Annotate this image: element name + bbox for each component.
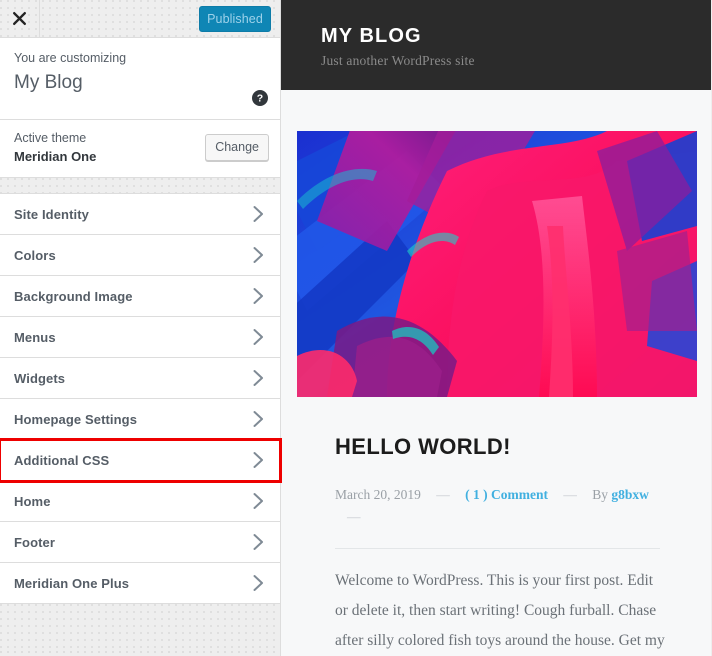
- meta-separator-3: —: [347, 509, 361, 524]
- post-author-link[interactable]: g8bxw: [611, 487, 649, 502]
- preview-site-title: MY BLOG: [321, 25, 422, 47]
- sidebar-item-label: Colors: [14, 247, 56, 263]
- featured-image: [297, 131, 697, 397]
- chevron-right-icon: [253, 329, 264, 346]
- customizer-topbar: Published: [0, 0, 280, 38]
- sidebar-item-label: Widgets: [14, 370, 66, 386]
- post-by-label: By: [592, 487, 608, 502]
- sidebar-item-homepage-settings[interactable]: Homepage Settings: [0, 399, 280, 440]
- sidebar-item-label: Homepage Settings: [14, 411, 138, 427]
- sidebar-item-label: Background Image: [14, 288, 133, 304]
- panel-footer-space: [0, 604, 280, 650]
- sidebar-item-footer[interactable]: Footer: [0, 522, 280, 563]
- preview-site-description: Just another WordPress site: [321, 53, 475, 68]
- active-theme-block: Active theme Meridian One Change: [0, 120, 280, 178]
- chevron-right-icon: [253, 493, 264, 510]
- sidebar-item-home[interactable]: Home: [0, 481, 280, 522]
- sidebar-item-label: Home: [14, 493, 51, 509]
- sidebar-item-meridian-one-plus[interactable]: Meridian One Plus: [0, 563, 280, 604]
- sidebar-item-site-identity[interactable]: Site Identity: [0, 194, 280, 235]
- chevron-right-icon: [253, 575, 264, 592]
- customizer-screen: Published You are customizing My Blog ? …: [0, 0, 712, 656]
- meta-separator-2: —: [563, 487, 577, 502]
- chevron-right-icon: [253, 370, 264, 387]
- post-date: March 20, 2019: [335, 487, 421, 502]
- meta-divider: [335, 548, 660, 549]
- sidebar-item-widgets[interactable]: Widgets: [0, 358, 280, 399]
- post-content: HELLO WORLD! March 20, 2019 — ( 1 ) Comm…: [297, 433, 699, 656]
- post-meta: March 20, 2019 — ( 1 ) Comment — By g8bx…: [335, 484, 665, 528]
- sidebar-item-additional-css[interactable]: Additional CSS: [0, 438, 282, 483]
- site-preview: MY BLOG Just another WordPress site HELL…: [281, 0, 711, 656]
- preview-post-area: HELLO WORLD! March 20, 2019 — ( 1 ) Comm…: [281, 90, 711, 656]
- sidebar-item-background-image[interactable]: Background Image: [0, 276, 280, 317]
- customizing-eyebrow: You are customizing: [14, 51, 127, 65]
- post-title: HELLO WORLD!: [335, 434, 511, 459]
- change-theme-button[interactable]: Change: [205, 134, 269, 161]
- panel-spacer: [0, 178, 280, 194]
- post-excerpt: Welcome to WordPress. This is your first…: [335, 572, 665, 649]
- chevron-right-icon: [253, 411, 264, 428]
- sidebar-item-label: Site Identity: [14, 206, 89, 222]
- sidebar-item-menus[interactable]: Menus: [0, 317, 280, 358]
- chevron-right-icon: [253, 206, 264, 223]
- sidebar-item-label: Menus: [14, 329, 56, 345]
- chevron-right-icon: [253, 452, 264, 469]
- sidebar-item-label: Additional CSS: [14, 452, 110, 468]
- sidebar-item-label: Footer: [14, 534, 56, 550]
- close-icon[interactable]: [0, 0, 40, 37]
- meta-separator-1: —: [436, 487, 450, 502]
- svg-text:?: ?: [257, 93, 263, 105]
- chevron-right-icon: [253, 534, 264, 551]
- sidebar-item-label: Meridian One Plus: [14, 575, 130, 591]
- sidebar-item-colors[interactable]: Colors: [0, 235, 280, 276]
- post-comments-link[interactable]: ( 1 ) Comment: [465, 487, 548, 502]
- chevron-right-icon: [253, 288, 264, 305]
- customizer-header: You are customizing My Blog ?: [0, 38, 280, 120]
- preview-site-header: MY BLOG Just another WordPress site: [281, 0, 711, 90]
- customizer-section-list: Site Identity Colors Background Image Menus…: [0, 194, 282, 604]
- help-icon[interactable]: ?: [252, 90, 268, 106]
- chevron-right-icon: [253, 247, 264, 264]
- customizer-panel: Published You are customizing My Blog ? …: [0, 0, 282, 656]
- publish-button[interactable]: Published: [199, 6, 271, 32]
- page-title: My Blog: [14, 72, 83, 93]
